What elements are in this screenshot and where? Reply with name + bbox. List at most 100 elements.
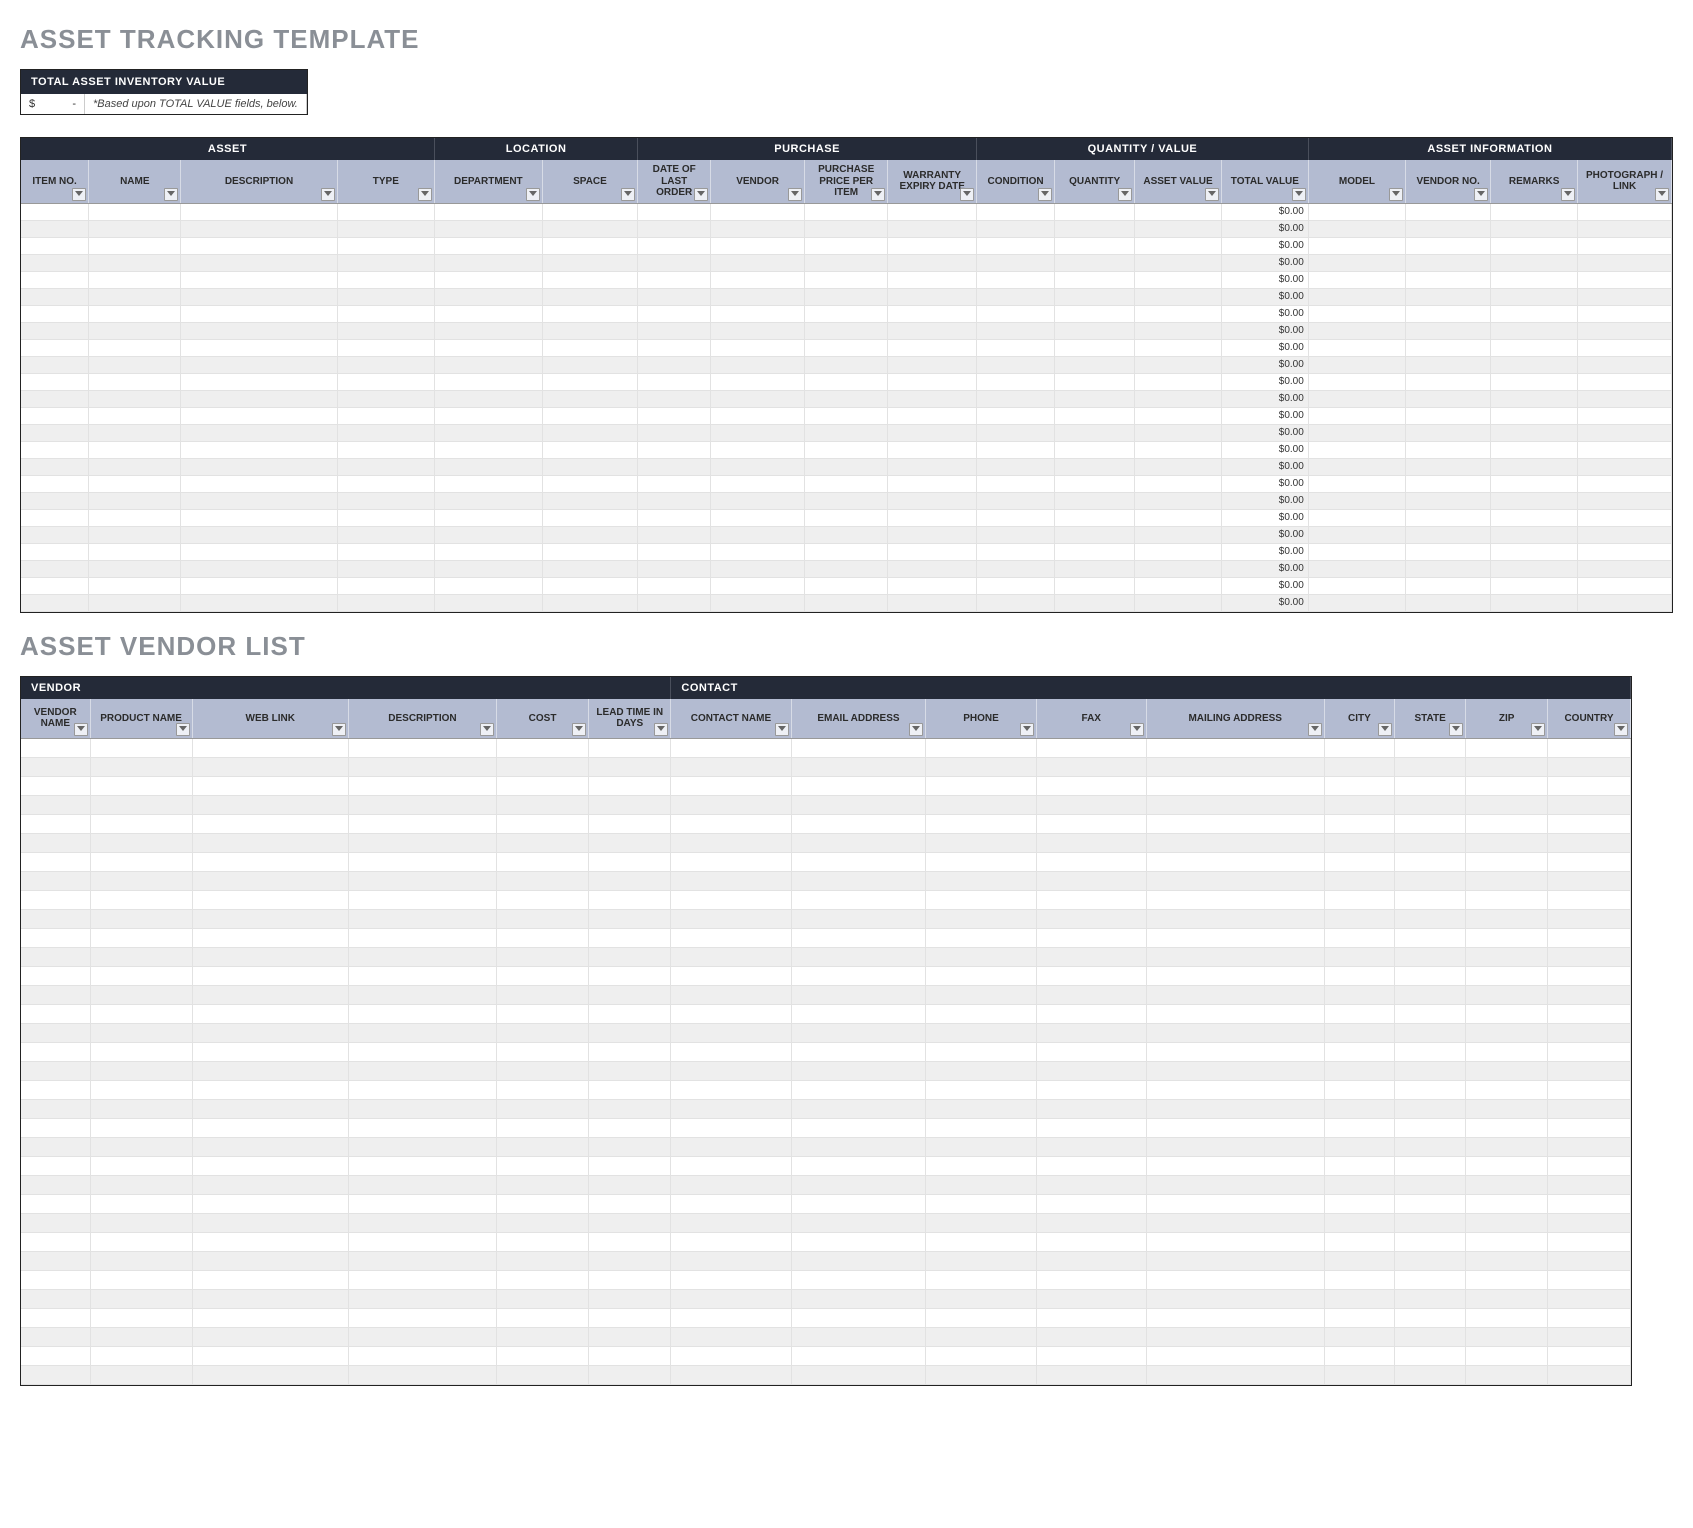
table-cell[interactable] [21, 509, 89, 526]
table-cell[interactable] [926, 1138, 1036, 1157]
table-cell[interactable] [1308, 424, 1405, 441]
table-cell[interactable] [496, 1005, 588, 1024]
table-cell[interactable] [589, 891, 671, 910]
table-cell[interactable] [711, 322, 805, 339]
table-cell[interactable] [977, 254, 1055, 271]
table-cell[interactable] [1036, 1214, 1146, 1233]
table-cell[interactable] [181, 441, 337, 458]
table-cell[interactable] [1406, 220, 1491, 237]
table-cell[interactable] [589, 1119, 671, 1138]
table-cell[interactable] [1548, 1081, 1630, 1100]
table-cell[interactable] [1055, 254, 1135, 271]
table-cell[interactable] [926, 986, 1036, 1005]
table-cell[interactable] [496, 948, 588, 967]
table-cell[interactable] [1055, 577, 1135, 594]
table-cell[interactable] [589, 815, 671, 834]
table-cell[interactable] [1055, 458, 1135, 475]
table-cell[interactable] [1146, 1043, 1324, 1062]
table-cell[interactable] [434, 390, 542, 407]
table-cell[interactable] [1036, 1271, 1146, 1290]
filter-dropdown-icon[interactable] [1474, 188, 1488, 201]
table-cell[interactable] [1406, 594, 1491, 611]
table-cell[interactable] [926, 1233, 1036, 1252]
table-cell[interactable]: $0.00 [1221, 577, 1308, 594]
table-cell[interactable] [1395, 1309, 1466, 1328]
table-cell[interactable] [434, 305, 542, 322]
table-cell[interactable] [21, 1195, 90, 1214]
table-cell[interactable] [1055, 390, 1135, 407]
table-cell[interactable] [926, 1081, 1036, 1100]
table-cell[interactable] [888, 594, 977, 611]
table-cell[interactable] [1036, 1081, 1146, 1100]
table-cell[interactable] [589, 1233, 671, 1252]
table-cell[interactable] [926, 910, 1036, 929]
table-cell[interactable] [926, 796, 1036, 815]
table-cell[interactable] [1548, 1157, 1630, 1176]
table-cell[interactable] [90, 739, 192, 758]
table-cell[interactable] [348, 1328, 496, 1347]
table-cell[interactable] [1406, 305, 1491, 322]
table-cell[interactable] [805, 271, 888, 288]
table-cell[interactable] [1146, 891, 1324, 910]
table-cell[interactable] [1578, 254, 1672, 271]
table-cell[interactable] [89, 543, 181, 560]
table-cell[interactable] [89, 492, 181, 509]
filter-dropdown-icon[interactable] [621, 188, 635, 201]
table-cell[interactable] [496, 1290, 588, 1309]
table-cell[interactable] [977, 407, 1055, 424]
table-cell[interactable] [21, 1062, 90, 1081]
table-cell[interactable] [671, 1233, 791, 1252]
table-cell[interactable] [671, 815, 791, 834]
table-cell[interactable] [1466, 1005, 1548, 1024]
table-cell[interactable] [1491, 322, 1578, 339]
table-cell[interactable] [1466, 1347, 1548, 1366]
table-cell[interactable] [181, 458, 337, 475]
table-cell[interactable] [90, 1233, 192, 1252]
table-cell[interactable] [1324, 1005, 1395, 1024]
table-cell[interactable] [337, 543, 434, 560]
table-cell[interactable] [21, 815, 90, 834]
filter-dropdown-icon[interactable] [909, 723, 923, 736]
table-cell[interactable] [805, 254, 888, 271]
table-cell[interactable]: $0.00 [1221, 526, 1308, 543]
table-cell[interactable] [1036, 1157, 1146, 1176]
table-cell[interactable] [542, 543, 638, 560]
table-cell[interactable] [192, 777, 348, 796]
table-cell[interactable] [1146, 815, 1324, 834]
table-cell[interactable] [1146, 948, 1324, 967]
table-cell[interactable] [1055, 407, 1135, 424]
table-cell[interactable]: $0.00 [1221, 407, 1308, 424]
table-cell[interactable] [542, 305, 638, 322]
table-cell[interactable] [888, 475, 977, 492]
table-cell[interactable] [977, 356, 1055, 373]
table-cell[interactable] [1491, 543, 1578, 560]
table-cell[interactable] [21, 1271, 90, 1290]
table-cell[interactable] [926, 929, 1036, 948]
table-cell[interactable] [542, 492, 638, 509]
table-cell[interactable] [1578, 237, 1672, 254]
table-cell[interactable] [496, 1176, 588, 1195]
filter-dropdown-icon[interactable] [176, 723, 190, 736]
table-cell[interactable] [348, 1309, 496, 1328]
table-cell[interactable] [89, 305, 181, 322]
table-cell[interactable] [977, 594, 1055, 611]
table-cell[interactable] [805, 390, 888, 407]
table-cell[interactable] [496, 1081, 588, 1100]
table-cell[interactable] [348, 910, 496, 929]
table-cell[interactable] [1146, 777, 1324, 796]
table-cell[interactable] [926, 1309, 1036, 1328]
table-cell[interactable] [348, 891, 496, 910]
table-cell[interactable] [926, 948, 1036, 967]
table-cell[interactable] [1146, 1233, 1324, 1252]
table-cell[interactable] [348, 815, 496, 834]
table-cell[interactable] [434, 509, 542, 526]
table-cell[interactable] [21, 796, 90, 815]
table-cell[interactable] [348, 1119, 496, 1138]
table-cell[interactable] [1146, 872, 1324, 891]
table-cell[interactable] [542, 441, 638, 458]
table-cell[interactable] [1406, 577, 1491, 594]
table-cell[interactable] [1055, 594, 1135, 611]
table-cell[interactable] [1491, 288, 1578, 305]
table-cell[interactable] [1308, 203, 1405, 220]
table-cell[interactable] [1324, 758, 1395, 777]
